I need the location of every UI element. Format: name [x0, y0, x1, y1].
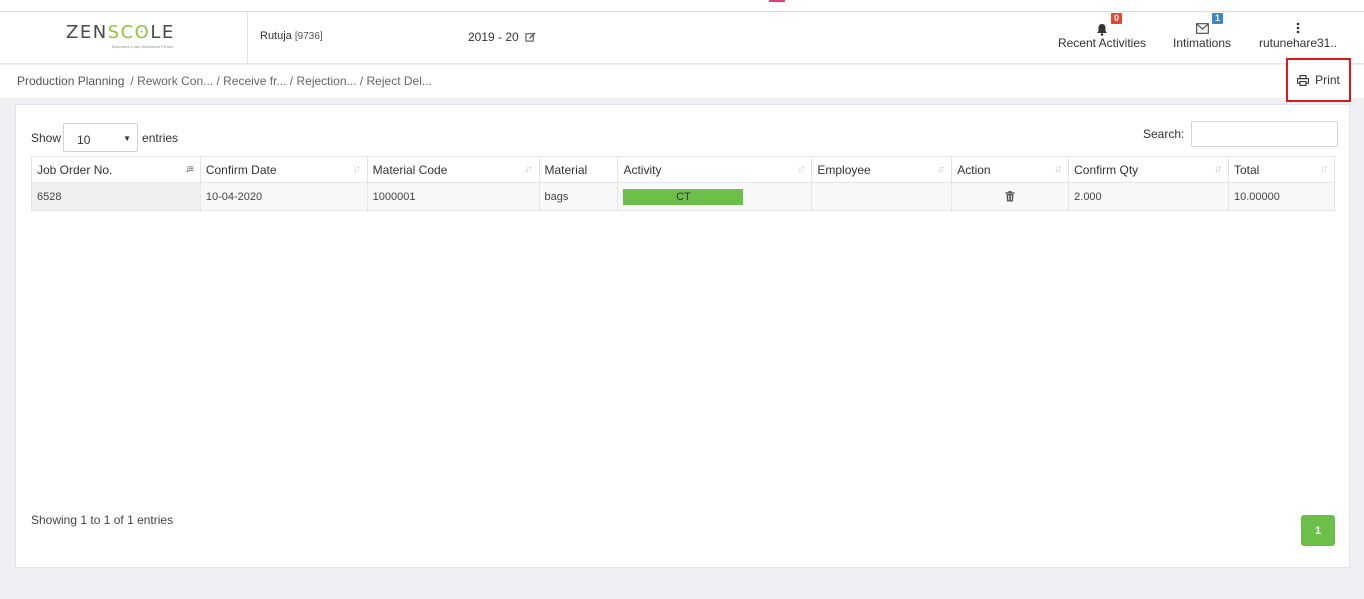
- recent-activities-button[interactable]: 0 Recent Activities: [1055, 13, 1149, 50]
- cell-confirm-qty: 2.000: [1068, 182, 1229, 211]
- sort-icon: ↓↑: [797, 164, 805, 175]
- user-name: Rutuja: [260, 30, 292, 42]
- sort-icon: ↓↑: [1054, 164, 1062, 175]
- cell-total: 10.00000: [1227, 182, 1336, 211]
- search-label: Search:: [1143, 127, 1185, 141]
- sort-asc-icon: ↓≡: [184, 164, 194, 175]
- breadcrumb: Production Planning / Rework Con... / Rec…: [17, 74, 432, 88]
- col-confirm-qty[interactable]: Confirm Qty ↓↑: [1068, 156, 1229, 183]
- cell-employee: [811, 182, 953, 211]
- edit-icon[interactable]: [525, 31, 536, 42]
- logo-wordmark: ZENSCʘLE: [66, 22, 175, 43]
- print-label: Print: [1315, 73, 1340, 87]
- entries-panel: Show 10 ▼ entries Search: Job Order No. ↓≡…: [15, 104, 1350, 568]
- table-info: Showing 1 to 1 of 1 entries: [31, 513, 174, 527]
- col-employee[interactable]: Employee ↓↑: [811, 156, 953, 183]
- page-size-value: 10: [77, 133, 91, 147]
- col-confirm-date[interactable]: Confirm Date ↓↑: [199, 156, 368, 183]
- breadcrumb-bar: Production Planning / Rework Con... / Rec…: [0, 58, 1364, 102]
- show-label: Show: [31, 130, 62, 145]
- current-user: Rutuja [9736]: [260, 30, 323, 42]
- fiscal-year-selector[interactable]: 2019 - 20: [468, 30, 536, 44]
- table-row: 6528 10-04-2020 1000001 bags CT 2.000 10…: [31, 182, 1336, 211]
- fiscal-year-label: 2019 - 20: [468, 30, 519, 44]
- trash-icon[interactable]: [1005, 191, 1015, 202]
- cell-job-order-no: 6528: [31, 182, 201, 211]
- app-header: ZENSCʘLE Business Lean Business Peace Ru…: [0, 12, 1364, 64]
- breadcrumb-trail[interactable]: / Rework Con... / Receive fr... / Reject…: [130, 74, 431, 88]
- intimations-label: Intimations: [1172, 36, 1232, 50]
- pagination-page-1[interactable]: 1: [1301, 515, 1335, 546]
- col-material: Material: [538, 156, 619, 183]
- header-divider: [247, 12, 248, 64]
- cell-material-code: 1000001: [366, 182, 540, 211]
- printer-icon: [1297, 74, 1310, 86]
- cell-material: bags: [538, 182, 619, 211]
- sort-icon: ↓↑: [352, 164, 361, 175]
- search-input[interactable]: [1191, 121, 1339, 147]
- sort-icon: ↓↑: [937, 164, 945, 175]
- cell-action: [951, 182, 1070, 211]
- cell-confirm-date: 10-04-2020: [199, 182, 368, 211]
- top-strip: [0, 0, 1364, 12]
- col-action[interactable]: Action ↓↑: [951, 156, 1070, 183]
- chevron-down-icon: ▼: [123, 134, 132, 143]
- activity-badge: CT: [623, 188, 744, 205]
- bell-icon: [1097, 24, 1107, 36]
- intimations-badge: 1: [1212, 13, 1224, 24]
- account-label: rutunehare31..: [1258, 36, 1338, 50]
- recent-activities-badge: 0: [1111, 13, 1123, 24]
- intimations-button[interactable]: 1 Intimations: [1168, 13, 1236, 50]
- sort-icon: ↓↑: [1213, 164, 1222, 175]
- sort-icon: ↓↑: [1320, 164, 1328, 175]
- table-header-row: Job Order No. ↓≡ Confirm Date ↓↑ Material …: [31, 156, 1336, 183]
- cell-activity: CT: [617, 182, 813, 211]
- tab-marker: [769, 0, 785, 2]
- print-button[interactable]: Print: [1286, 58, 1351, 102]
- user-code: [9736]: [294, 31, 323, 42]
- col-activity[interactable]: Activity ↓↑: [617, 156, 813, 183]
- col-job-order-no[interactable]: Job Order No. ↓≡: [31, 156, 201, 183]
- kebab-menu-icon: [1296, 22, 1300, 34]
- logo-tagline: Business Lean Business Peace: [112, 44, 174, 49]
- entries-label: entries: [142, 130, 179, 145]
- page-size-select[interactable]: 10 ▼: [63, 123, 139, 152]
- account-menu[interactable]: rutunehare31..: [1258, 16, 1338, 50]
- col-material-code[interactable]: Material Code ↓↑: [366, 156, 540, 183]
- envelope-icon: [1195, 23, 1209, 34]
- col-total[interactable]: Total ↓↑: [1227, 156, 1336, 183]
- recent-activities-label: Recent Activities: [1057, 36, 1147, 50]
- zenscale-logo[interactable]: ZENSCʘLE Business Lean Business Peace: [66, 22, 180, 56]
- page-size-control: Show 10 ▼ entries: [31, 123, 178, 152]
- confirmations-table: Job Order No. ↓≡ Confirm Date ↓↑ Material …: [31, 156, 1336, 211]
- breadcrumb-root[interactable]: Production Planning: [17, 74, 124, 88]
- search-control: Search:: [1143, 121, 1339, 147]
- sort-icon: ↓↑: [524, 164, 533, 175]
